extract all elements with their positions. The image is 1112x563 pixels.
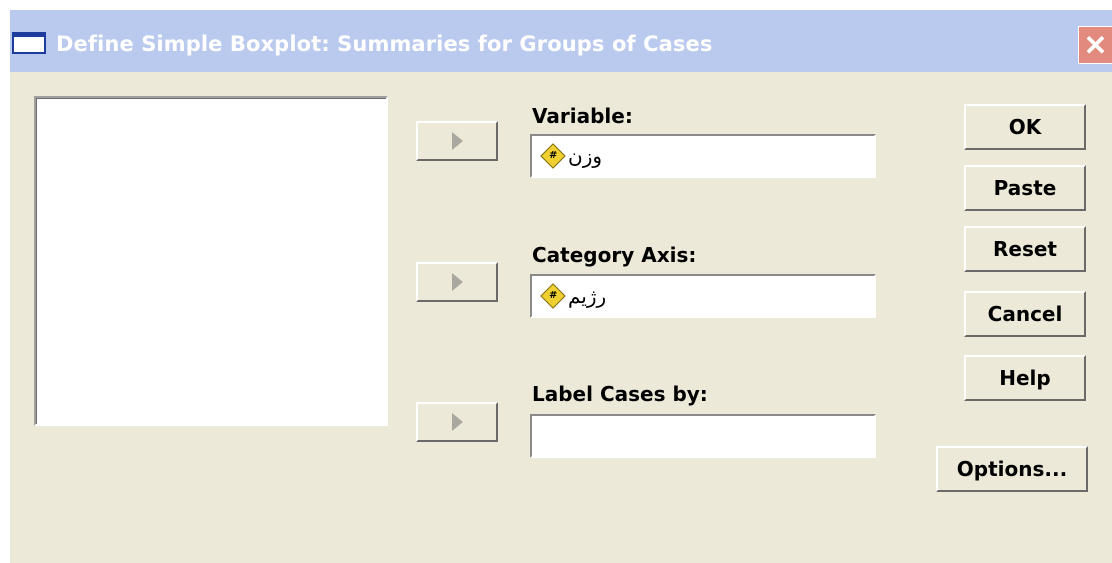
move-to-category-axis-button[interactable]: [416, 262, 498, 302]
label-cases-label: Label Cases by:: [532, 382, 708, 406]
arrow-right-icon: [451, 132, 463, 150]
label-cases-field[interactable]: [530, 414, 876, 458]
arrow-right-icon: [451, 413, 463, 431]
title-bar[interactable]: Define Simple Boxplot: Summaries for Gro…: [10, 10, 1112, 72]
window-icon: [12, 32, 46, 54]
help-button[interactable]: Help: [964, 355, 1086, 401]
variable-field[interactable]: # وزن: [530, 134, 876, 178]
options-button[interactable]: Options...: [936, 446, 1088, 492]
scale-variable-icon: #: [540, 283, 566, 309]
variable-label: Variable:: [532, 104, 633, 128]
window-title: Define Simple Boxplot: Summaries for Gro…: [56, 32, 713, 56]
reset-button[interactable]: Reset: [964, 226, 1086, 272]
arrow-right-icon: [451, 273, 463, 291]
category-axis-label: Category Axis:: [532, 243, 697, 267]
scale-variable-icon: #: [540, 143, 566, 169]
variable-field-value: وزن: [568, 144, 603, 168]
close-button[interactable]: ✕: [1078, 26, 1112, 64]
source-variable-list[interactable]: [34, 96, 388, 426]
move-to-label-cases-button[interactable]: [416, 402, 498, 442]
close-icon: ✕: [1083, 29, 1108, 61]
paste-button[interactable]: Paste: [964, 165, 1086, 211]
boxplot-dialog: Define Simple Boxplot: Summaries for Gro…: [10, 10, 1112, 563]
cancel-button[interactable]: Cancel: [964, 291, 1086, 337]
category-axis-field[interactable]: # رژیم: [530, 274, 876, 318]
category-axis-field-value: رژیم: [568, 284, 607, 308]
move-to-variable-button[interactable]: [416, 121, 498, 161]
ok-button[interactable]: OK: [964, 104, 1086, 150]
